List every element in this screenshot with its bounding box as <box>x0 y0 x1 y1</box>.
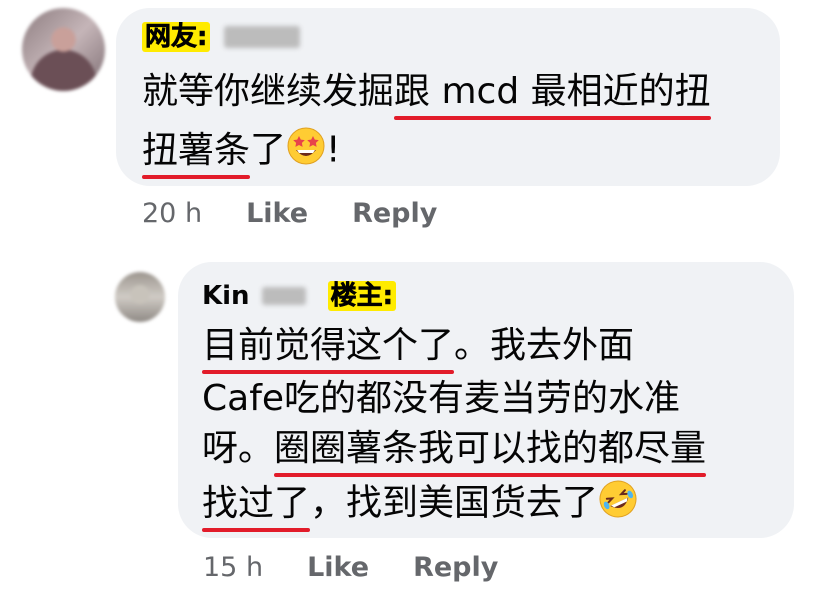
comment-actions: 20 h Like Reply <box>142 198 481 229</box>
underlined-text: 跟 mcd 最相近的扭 <box>394 71 711 120</box>
comment-timestamp[interactable]: 20 h <box>142 198 202 229</box>
underlined-text: 目前觉得这个了 <box>202 325 455 374</box>
underlined-text: 扭薯条 <box>142 129 251 179</box>
blurred-author-name[interactable] <box>224 26 301 48</box>
underlined-text: 圈圈薯条我可以找的都尽量 <box>274 428 707 477</box>
reply-text-segment: 呀。 <box>202 428 275 469</box>
reply-button[interactable]: Reply <box>352 198 437 229</box>
comment-text-segment: ! <box>326 129 341 171</box>
reply-header: Kin 楼主: <box>202 281 396 311</box>
reply-text-line: 目前觉得这个了。我去外面 <box>202 324 635 374</box>
like-button[interactable]: Like <box>246 198 308 229</box>
reply-author-name[interactable]: Kin <box>202 281 250 311</box>
comment-text-segment: 了 <box>250 129 287 171</box>
comment-text-segment: 就等你继续发掘 <box>142 71 395 112</box>
netizen-tag: 网友: <box>142 22 211 52</box>
reply-timestamp[interactable]: 15 h <box>203 552 263 583</box>
reply-actions: 15 h Like Reply <box>203 552 542 583</box>
original-poster-tag: 楼主: <box>327 281 396 311</box>
reply-button[interactable]: Reply <box>413 552 498 583</box>
reply-author-avatar[interactable] <box>115 272 165 322</box>
like-button[interactable]: Like <box>307 552 369 583</box>
reply-text-segment: 。我去外面 <box>454 325 635 366</box>
reply-text-segment: Cafe吃的都没有麦当劳的水准 <box>202 378 681 419</box>
star-struck-emoji <box>286 126 326 177</box>
blurred-author-surname[interactable] <box>261 287 306 305</box>
reply-text-line: Cafe吃的都没有麦当劳的水准 <box>202 377 680 421</box>
comment-text-line: 就等你继续发掘跟 mcd 最相近的扭 <box>142 70 711 120</box>
comment-header: 网友: <box>142 22 301 52</box>
comment-text-line: 扭薯条了 ! <box>142 126 341 179</box>
commenter-avatar[interactable] <box>22 8 105 91</box>
rolling-on-floor-laughing-emoji <box>598 479 638 530</box>
reply-text-line: 找过了，找到美国货去了 <box>202 479 638 532</box>
underlined-text: 找过了 <box>202 482 311 532</box>
reply-text-line: 呀。圈圈薯条我可以找的都尽量 <box>202 427 707 477</box>
reply-text-segment: ，找到美国货去了 <box>310 482 599 524</box>
